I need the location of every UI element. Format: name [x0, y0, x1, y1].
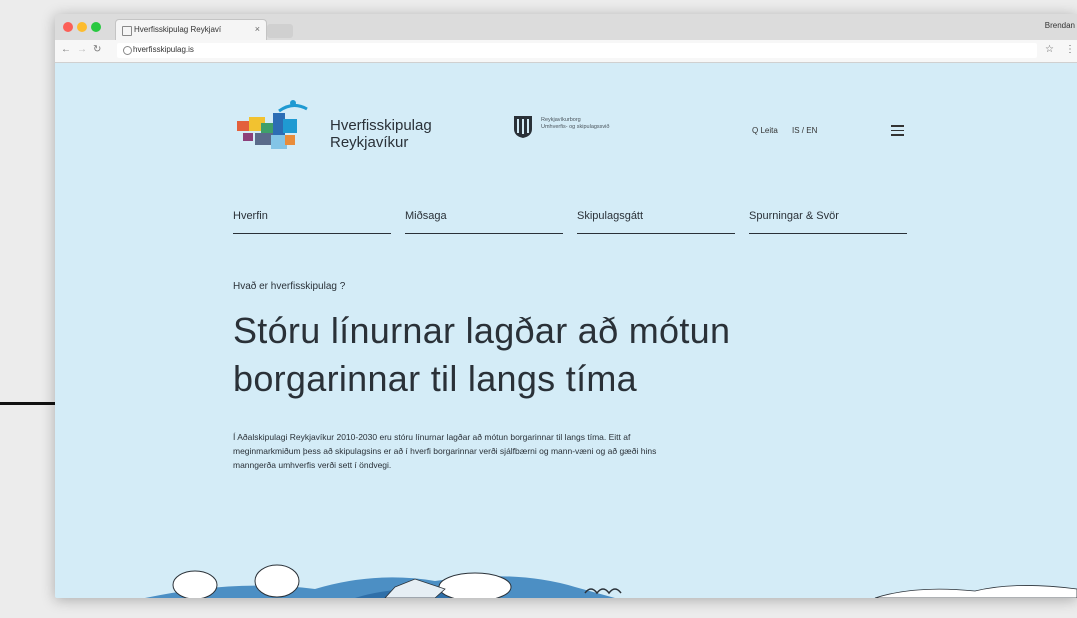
city-illustration [145, 564, 1077, 598]
hamburger-menu-icon[interactable] [891, 125, 904, 136]
title-bar: Hverfisskipulag Reykjaví × Brendan [55, 14, 1077, 41]
site-title-line2: Reykjavíkur [330, 134, 409, 151]
site-title[interactable]: Hverfisskipulag Reykjavíkur [330, 117, 432, 151]
page-headline: Stóru línurnar lagðar að mótun borgarinn… [233, 307, 873, 403]
profile-label[interactable]: Brendan [1045, 21, 1075, 30]
headline-line1: Stóru línurnar lagðar að mótun [233, 310, 731, 351]
site-title-line1: Hverfisskipulag [330, 117, 432, 134]
language-switch[interactable]: IS / EN [792, 126, 817, 135]
nav-item-hverfin[interactable]: Hverfin [233, 207, 391, 234]
more-menu-icon[interactable]: ⋮ [1065, 44, 1075, 55]
nav-item-spurningar[interactable]: Spurningar & Svör [749, 207, 907, 234]
nav-item-skipulagsgatt[interactable]: Skipulagsgátt [577, 207, 735, 234]
star-icon[interactable]: ☆ [1045, 44, 1054, 55]
new-tab-button[interactable] [267, 24, 293, 38]
partner-line2: Umhverfis- og skipulagssvið [541, 124, 610, 130]
nav-label: Skipulagsgátt [577, 210, 644, 222]
close-tab-icon[interactable]: × [255, 24, 260, 34]
city-crest-icon[interactable] [513, 115, 533, 139]
partner-label: Reykjavíkurborg Umhverfis- og skipulagss… [541, 117, 631, 131]
site-info-icon[interactable] [123, 46, 132, 55]
site-logo[interactable] [233, 99, 315, 161]
tab-title: Hverfisskipulag Reykjaví [134, 25, 222, 34]
section-eyebrow: Hvað er hverfisskipulag ? [233, 281, 346, 292]
minimize-window-button[interactable] [77, 22, 87, 32]
browser-window: Hverfisskipulag Reykjaví × Brendan ← → ↻… [55, 14, 1077, 598]
address-bar[interactable]: hverfisskipulag.is [117, 43, 1037, 58]
main-nav: Hverfin Miðsaga Skipulagsgátt Spurningar… [233, 207, 907, 237]
intro-paragraph: Í Aðalskipulagi Reykjavíkur 2010-2030 er… [233, 432, 657, 470]
partner-line1: Reykjavíkurborg [541, 117, 581, 123]
nav-label: Miðsaga [405, 210, 447, 222]
web-page: Hverfisskipulag Reykjavíkur Reykjavíkurb… [55, 63, 1077, 598]
maximize-window-button[interactable] [91, 22, 101, 32]
forward-arrow-icon[interactable]: → [77, 44, 87, 55]
browser-tab[interactable]: Hverfisskipulag Reykjaví × [115, 19, 267, 41]
page-icon [122, 26, 132, 36]
back-arrow-icon[interactable]: ← [61, 44, 71, 55]
url-text: hverfisskipulag.is [133, 45, 194, 54]
headline-line2: borgarinnar til langs tíma [233, 358, 637, 399]
nav-label: Spurningar & Svör [749, 210, 839, 222]
close-window-button[interactable] [63, 22, 73, 32]
nav-item-midsaga[interactable]: Miðsaga [405, 207, 563, 234]
toolbar: ← → ↻ hverfisskipulag.is ☆ ⋮ [55, 40, 1077, 63]
nav-label: Hverfin [233, 210, 268, 222]
reload-icon[interactable]: ↻ [93, 44, 101, 55]
search-link[interactable]: Q Leita [752, 126, 778, 135]
